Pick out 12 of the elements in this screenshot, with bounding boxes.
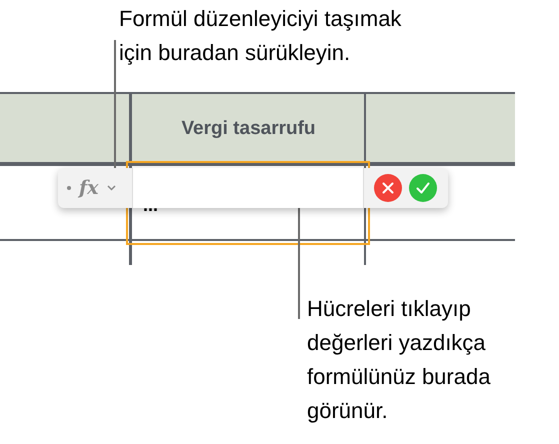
function-icon: fx bbox=[79, 174, 99, 202]
checkmark-icon bbox=[416, 182, 430, 194]
drag-handle[interactable]: fx bbox=[58, 168, 132, 208]
close-icon bbox=[382, 182, 394, 194]
column-header: Vergi tasarrufu bbox=[180, 117, 317, 141]
callout-text: Formül düzenleyiciyi taşımak için buradan sürükleyin. bbox=[119, 5, 402, 67]
cancel-button[interactable] bbox=[374, 174, 402, 202]
accept-button[interactable] bbox=[409, 174, 437, 202]
chevron-icon bbox=[106, 185, 116, 191]
formula-editor-popover[interactable]: fx bbox=[58, 168, 448, 208]
formula-field[interactable] bbox=[132, 168, 364, 208]
callout-text: Hücreleri tıklayıp değerleri yazdıkça formülünüz burada görünür. bbox=[307, 295, 490, 425]
